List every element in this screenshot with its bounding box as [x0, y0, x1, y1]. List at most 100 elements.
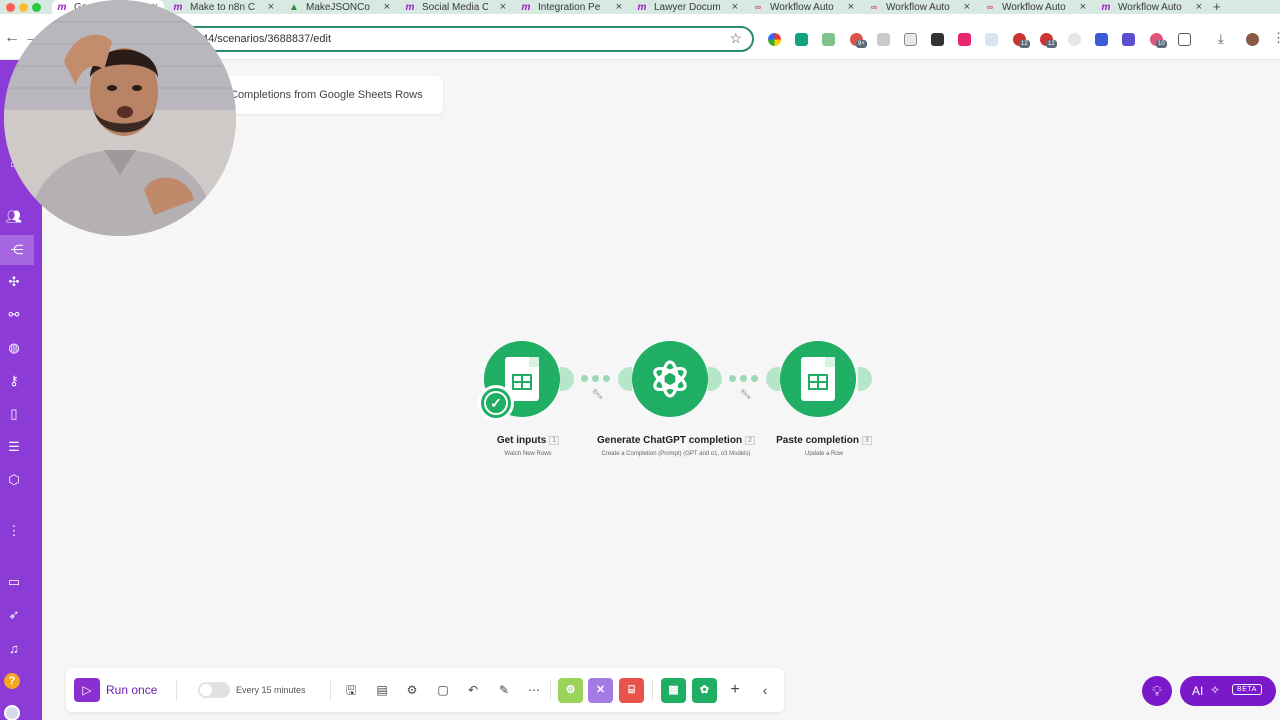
extension-badge: 12 [1046, 40, 1057, 48]
extension-icon[interactable] [931, 33, 944, 46]
add-module-plus-icon[interactable]: + [727, 682, 743, 698]
browser-tab[interactable]: m Social Media C × [400, 0, 512, 14]
settings-gear-icon[interactable]: ⚙ [404, 682, 420, 698]
divider [652, 680, 653, 700]
link-icon[interactable]: ⚯ [5, 306, 23, 324]
tools-tile[interactable]: ✕ [588, 678, 613, 703]
close-tab-icon[interactable]: × [848, 0, 854, 14]
browser-tab-bar: m Gene × m Make to n8n C × ▲ MakeJSONCo … [0, 0, 1280, 14]
extension-icon[interactable] [958, 33, 971, 46]
minimize-window-button[interactable] [19, 3, 28, 12]
browser-tab[interactable]: m Lawyer Docum × [632, 0, 744, 14]
more-menu-icon[interactable]: ⋮ [1272, 30, 1280, 46]
extension-icon[interactable]: 10 [1150, 33, 1167, 48]
tools-gear-tile[interactable]: ⚙ [558, 678, 583, 703]
save-icon[interactable]: 🖫︎ [343, 682, 359, 698]
magic-wand-icon[interactable]: ✎ [496, 682, 512, 698]
rocket-icon[interactable]: ➶ [5, 606, 23, 624]
team-icon[interactable]: 👥︎ [5, 208, 23, 226]
color-picker-extension-icon[interactable] [768, 33, 781, 46]
openai-tile[interactable]: ✿ [692, 678, 717, 703]
close-tab-icon[interactable]: × [616, 0, 622, 14]
tab-label: Make to n8n C [190, 1, 256, 13]
extension-icon[interactable]: 9+ [850, 33, 867, 48]
ai-assistant-button[interactable]: AI ✧ BETA [1180, 676, 1276, 706]
connection-dot [729, 375, 736, 382]
module-paste-completion[interactable] [780, 341, 856, 417]
puzzle-extensions-icon[interactable] [1178, 33, 1191, 46]
browser-tab[interactable]: m Integration Pe × [516, 0, 628, 14]
close-tab-icon[interactable]: × [384, 0, 390, 14]
notes-icon[interactable]: ▢ [435, 682, 451, 698]
more-options-icon[interactable]: ⋮ [5, 522, 23, 540]
more-dots-icon[interactable]: ⋯ [526, 682, 542, 698]
connector-handle[interactable] [560, 367, 574, 391]
connector-handle[interactable] [618, 367, 632, 391]
hint-lightbulb-button[interactable]: 💡︎ [1142, 676, 1172, 706]
close-window-button[interactable] [6, 3, 15, 12]
extension-icon[interactable] [1095, 33, 1108, 46]
extension-icon[interactable]: 12 [1013, 33, 1030, 48]
cube-icon[interactable]: ⬡ [5, 471, 23, 489]
module-generate-chatgpt-completion[interactable] [632, 341, 708, 417]
close-tab-icon[interactable]: × [500, 0, 506, 14]
run-once-label[interactable]: Run once [106, 683, 157, 697]
make-icon: m [57, 1, 67, 13]
schedule-toggle[interactable] [198, 682, 230, 698]
browser-tab[interactable]: m Workflow Auto × [1096, 0, 1208, 14]
maximize-window-button[interactable] [32, 3, 41, 12]
scenarios-share-icon[interactable]: ⋲ [0, 235, 34, 265]
openai-icon: ✿ [699, 684, 710, 696]
browser-tab[interactable]: m Make to n8n C × [168, 0, 280, 14]
bookmark-star-icon[interactable]: ☆ [729, 30, 742, 47]
help-icon[interactable]: ? [4, 673, 20, 689]
device-icon[interactable]: ▯ [5, 405, 23, 423]
new-tab-button[interactable]: + [1213, 0, 1221, 14]
mail-icon[interactable] [904, 33, 917, 46]
extension-icon[interactable] [822, 33, 835, 46]
connection-dot [603, 375, 610, 382]
route-settings-wrench-icon[interactable]: 🔧︎ [740, 389, 751, 400]
scenario-title-bar[interactable]: Completions from Google Sheets Rows [210, 76, 443, 114]
connector-handle[interactable] [766, 367, 780, 391]
google-sheets-tile[interactable]: ▦ [661, 678, 686, 703]
browser-tab[interactable]: ∞ Workflow Auto × [980, 0, 1092, 14]
browser-tab[interactable]: ▲ MakeJSONCo × [284, 0, 396, 14]
database-icon[interactable]: ☰ [5, 438, 23, 456]
profile-avatar[interactable] [1246, 33, 1259, 46]
schedule-label[interactable]: Every 15 minutes [236, 685, 306, 695]
globe-icon[interactable]: ◍ [5, 339, 23, 357]
book-icon[interactable]: ▭ [5, 573, 23, 591]
play-icon: ▷ [82, 683, 92, 697]
extension-icon[interactable]: 12 [1040, 33, 1057, 48]
connector-handle[interactable] [858, 367, 872, 391]
close-tab-icon[interactable]: × [268, 0, 274, 14]
bell-icon[interactable]: ♫ [5, 639, 23, 657]
close-tab-icon[interactable]: × [732, 0, 738, 14]
close-tab-icon[interactable]: × [1196, 0, 1202, 14]
run-once-button[interactable]: ▷ [74, 678, 100, 702]
flow-control-tile[interactable]: ⌸ [619, 678, 644, 703]
chatgpt-extension-icon[interactable] [795, 33, 808, 46]
table-icon[interactable]: ▤ [374, 682, 390, 698]
puzzle-icon[interactable]: ✣ [5, 273, 23, 291]
extension-icon[interactable] [985, 33, 998, 46]
back-arrow-icon[interactable]: ← [4, 30, 20, 46]
collapse-chevron-left-icon[interactable]: ‹ [757, 682, 773, 698]
connector-handle[interactable] [708, 367, 722, 391]
schedule-clock-icon[interactable]: ✓ [478, 385, 514, 421]
key-icon[interactable]: ⚷ [5, 372, 23, 390]
route-settings-wrench-icon[interactable]: 🔧︎ [592, 389, 603, 400]
browser-tab[interactable]: ∞ Workflow Auto × [748, 0, 860, 14]
avatar[interactable] [4, 705, 20, 720]
browser-tab[interactable]: ∞ Workflow Auto × [864, 0, 976, 14]
download-icon[interactable]: ⤓ [1218, 31, 1224, 47]
extension-icon[interactable] [1122, 33, 1135, 46]
close-tab-icon[interactable]: × [964, 0, 970, 14]
undo-history-icon[interactable]: ↶ [465, 682, 481, 698]
extension-icon[interactable] [877, 33, 890, 46]
extension-icon[interactable] [1068, 33, 1081, 46]
google-sheets-icon: ▦ [668, 684, 679, 696]
close-tab-icon[interactable]: × [1080, 0, 1086, 14]
make-icon: m [521, 1, 531, 13]
